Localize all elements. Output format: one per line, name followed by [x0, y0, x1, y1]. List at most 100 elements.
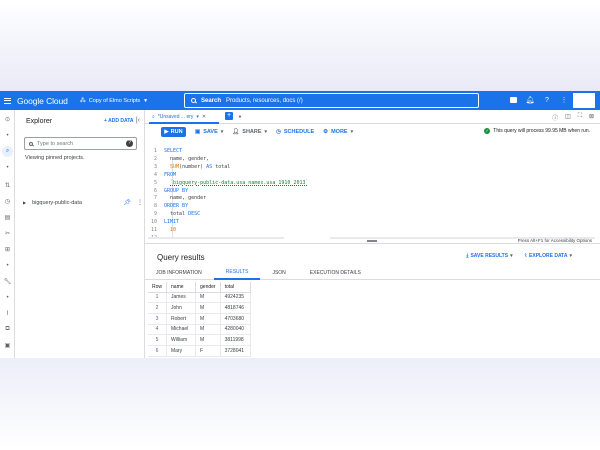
scheduled-queries-icon[interactable]: ◷ — [2, 196, 13, 207]
capacity-icon[interactable]: ⧉ — [2, 324, 13, 335]
pin-icon[interactable]: 📌︎ — [123, 199, 131, 206]
table-cell: 4924235 — [220, 292, 251, 304]
code-line[interactable]: 11 10 — [145, 226, 176, 234]
code-line[interactable]: 2 name, gender, — [145, 155, 209, 163]
share-button[interactable]: 👤︎ SHARE ▾ — [232, 129, 267, 135]
top-header: Google Cloud ⁂ Copy of Elmo Scripts ▼ Se… — [0, 91, 600, 110]
column-header[interactable]: total — [220, 282, 251, 293]
tab-label: *Unsaved ... ery — [157, 113, 194, 120]
chevron-down-icon[interactable]: ▼ — [238, 114, 242, 119]
close-tabs-icon[interactable]: ⊠ — [589, 113, 594, 122]
chevron-down-icon[interactable]: ▾ — [196, 114, 199, 120]
tab-json[interactable]: JSON — [260, 266, 297, 280]
schedule-label: SCHEDULE — [283, 129, 315, 135]
table-row[interactable]: 4 Michael M 4280040 — [148, 324, 251, 336]
save-label: SAVE — [203, 129, 218, 135]
expand-arrow-icon[interactable]: ▶ — [23, 200, 26, 205]
save-results-button[interactable]: ⤓ SAVE RESULTS ▾ — [466, 253, 512, 259]
collapse-panel-icon[interactable]: |‹ — [136, 117, 140, 124]
code-line[interactable]: 1 SELECT — [145, 147, 182, 155]
query-icon: ⌕ — [152, 113, 155, 120]
dataform-icon[interactable]: ✂ — [2, 228, 13, 239]
save-button[interactable]: ▣ SAVE ▾ — [195, 129, 223, 135]
more-vert-icon[interactable]: ⋮ — [560, 96, 568, 104]
query-validation-status: ✓ This query will process 99.95 MB when … — [484, 128, 590, 134]
resize-handle[interactable] — [367, 240, 377, 242]
code-line[interactable]: 8 ORDER BY — [145, 202, 188, 210]
fullscreen-icon[interactable]: ⛶ — [578, 113, 582, 122]
more-vert-icon[interactable]: ⋮ — [137, 199, 143, 206]
analytics-hub-icon[interactable]: ▤ — [2, 212, 13, 223]
code-line[interactable]: 6 GROUP BY — [145, 187, 188, 195]
admin-wrench-icon[interactable]: 🔧︎ — [2, 276, 13, 287]
split-view-icon[interactable]: ◫ — [565, 113, 571, 122]
rail-dot-icon[interactable]: • — [2, 130, 13, 141]
code-line[interactable]: 3 SUM (number) AS total — [145, 163, 230, 171]
save-icon: ▣ — [195, 129, 201, 135]
explorer-search-box[interactable]: ? — [24, 137, 137, 150]
cloud-shell-icon[interactable] — [509, 96, 517, 104]
tab-job-information[interactable]: JOB INFORMATION — [145, 266, 214, 280]
schedule-button[interactable]: ◷ SCHEDULE — [276, 129, 314, 135]
explorer-search-input[interactable] — [37, 140, 122, 147]
column-header[interactable]: name — [166, 282, 197, 293]
explorer-panel: Explorer + ADD DATA |‹ ? Viewing pinned … — [15, 110, 145, 358]
code-token: SUM — [164, 163, 180, 170]
help-icon[interactable]: ? — [126, 140, 133, 147]
editor-horizontal-scrollbar[interactable] — [148, 237, 284, 239]
table-cell: M — [195, 302, 221, 314]
table-row[interactable]: 5 William M 3811998 — [148, 334, 251, 346]
table-row[interactable]: 2 John M 4818746 — [148, 302, 251, 314]
code-line[interactable]: 7 name, gender — [145, 194, 206, 202]
table-row[interactable]: 6 Mary F 3728041 — [148, 345, 251, 357]
table-row[interactable]: 1 James M 4924235 — [148, 292, 251, 304]
release-notes-icon[interactable]: ▣ — [2, 340, 13, 351]
notifications-icon[interactable]: 🔔︎ — [526, 96, 535, 104]
table-cell: 5 — [148, 334, 168, 346]
menu-icon[interactable] — [4, 97, 11, 104]
sql-editor[interactable]: 1 SELECT 2 name, gender, 3 SUM (number) AS t… — [145, 147, 600, 247]
rail-dot-icon[interactable]: • — [2, 260, 13, 271]
add-user-icon: 👤︎ — [232, 129, 240, 135]
tree-item[interactable]: ▶ bigquery-public-data 📌︎ ⋮ — [23, 199, 143, 207]
rail-dot-icon[interactable]: • — [2, 292, 13, 303]
google-cloud-logo[interactable]: Google Cloud — [17, 96, 68, 106]
code-token: ORDER BY — [164, 203, 189, 210]
help-icon[interactable]: ? — [543, 96, 551, 104]
table-cell: 4703680 — [220, 313, 251, 325]
monitoring-icon[interactable]: ⌇ — [2, 308, 13, 319]
tab-unsaved-query[interactable]: ⌕ *Unsaved ... ery ▾ ✕ — [149, 111, 219, 124]
info-icon[interactable]: ⓘ — [552, 113, 558, 122]
check-circle-icon: ✓ — [484, 128, 491, 134]
table-row[interactable]: 3 Robert M 4703680 — [148, 313, 251, 325]
account-avatar[interactable] — [573, 93, 595, 108]
line-number: 6 — [153, 187, 157, 194]
add-data-button[interactable]: + ADD DATA — [104, 118, 134, 124]
bigquery-console: Google Cloud ⁂ Copy of Elmo Scripts ▼ Se… — [0, 91, 600, 358]
tab-results[interactable]: RESULTS — [213, 266, 261, 280]
share-label: SHARE — [242, 129, 262, 135]
code-line[interactable]: 10 LIMIT — [145, 218, 179, 226]
clock-icon: ◷ — [276, 129, 281, 135]
partner-center-icon[interactable]: ⊞ — [2, 244, 13, 255]
new-tab-button[interactable]: + — [225, 112, 233, 120]
run-button[interactable]: ▶ RUN — [161, 127, 186, 137]
code-line[interactable]: 5 `bigquery-public-data.usa_names.usa_19… — [145, 179, 309, 187]
project-picker[interactable]: ⁂ Copy of Elmo Scripts ▼ — [80, 97, 148, 105]
sql-workspace-icon[interactable]: ⌕ — [2, 146, 13, 157]
bigquery-product-icon[interactable]: ⊙ — [2, 114, 13, 125]
line-number: 2 — [153, 155, 157, 162]
column-header[interactable]: Row — [148, 282, 168, 293]
close-icon[interactable]: ✕ — [202, 114, 206, 120]
column-header[interactable]: gender — [195, 282, 221, 293]
code-line[interactable]: 9 total DESC — [145, 210, 200, 218]
search-placeholder: Products, resources, docs (/) — [226, 97, 303, 104]
tab-execution-details[interactable]: EXECUTION DETAILS — [298, 266, 373, 280]
results-title: Query results — [157, 253, 205, 262]
explore-data-button[interactable]: ⌇ EXPLORE DATA ▾ — [525, 253, 572, 259]
data-transfers-icon[interactable]: ⇅ — [2, 180, 13, 191]
global-search[interactable]: Search Products, resources, docs (/) — [184, 93, 479, 108]
code-line[interactable]: 4 FROM — [145, 171, 176, 179]
more-button[interactable]: ⚙ MORE ▾ — [323, 129, 353, 135]
rail-dot-icon[interactable]: • — [2, 162, 13, 173]
